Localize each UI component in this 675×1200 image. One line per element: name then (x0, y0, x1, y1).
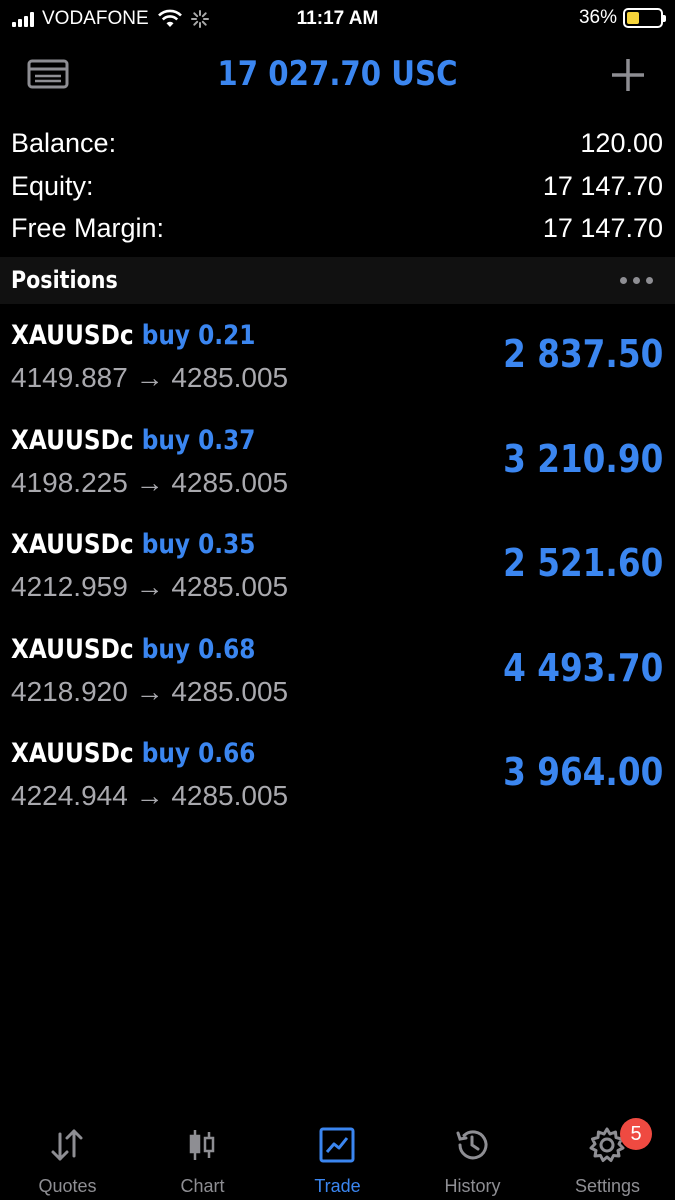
position-symbol: XAUUSDc (11, 424, 134, 456)
chart-icon (189, 1130, 215, 1160)
summary-row-balance: Balance: 120.00 (0, 122, 675, 165)
history-icon (456, 1130, 488, 1160)
position-profit: 2 521.60 (502, 541, 663, 585)
summary-value: 120.00 (580, 128, 663, 158)
tab-label: Chart (180, 1176, 225, 1196)
summary-row-free-margin: Free Margin: 17 147.70 (0, 207, 675, 250)
position-head: XAUUSDc buy 0.21 (11, 320, 255, 351)
tab-history[interactable]: History (405, 1116, 540, 1200)
battery-icon (623, 8, 666, 28)
position-side: buy 0.21 (141, 320, 256, 351)
battery-percent: 36% (578, 7, 617, 28)
summary-label: Free Margin: (11, 213, 165, 243)
positions-list: XAUUSDc buy 0.21 4149.887 → 4285.005 2 8… (0, 312, 675, 835)
position-symbol: XAUUSDc (11, 738, 134, 769)
positions-header: Positions (0, 257, 675, 304)
position-side: buy 0.35 (141, 529, 256, 560)
position-row[interactable]: XAUUSDc buy 0.21 4149.887 → 4285.005 2 8… (0, 312, 675, 417)
summary-label: Equity: (11, 170, 94, 201)
position-symbol: XAUUSDc (11, 633, 134, 665)
position-row[interactable]: XAUUSDc buy 0.37 4198.225 → 4285.005 3 2… (0, 417, 675, 522)
tab-label: History (444, 1176, 501, 1196)
position-prices: 4218.920 → 4285.005 (11, 675, 289, 707)
plus-icon[interactable] (611, 58, 645, 92)
status-right: 36% (578, 7, 666, 29)
account-summary: Balance: 120.00 Equity: 17 147.70 Free M… (0, 122, 675, 250)
position-head: XAUUSDc buy 0.35 (11, 529, 255, 560)
position-side: buy 0.37 (141, 424, 256, 456)
position-head: XAUUSDc buy 0.68 (11, 634, 255, 665)
position-profit: 3 964.00 (502, 750, 663, 794)
summary-value: 17 147.70 (542, 170, 663, 201)
position-profit: 3 210.90 (502, 436, 663, 481)
summary-row-equity: Equity: 17 147.70 (0, 165, 675, 208)
position-symbol: XAUUSDc (11, 320, 134, 351)
status-time: 11:17 AM (296, 8, 379, 29)
more-icon[interactable] (620, 277, 653, 284)
tab-quotes[interactable]: Quotes (0, 1116, 135, 1200)
position-prices: 4149.887 → 4285.005 (11, 362, 289, 393)
settings-badge: 5 (620, 1118, 652, 1150)
tab-settings[interactable]: Settings (540, 1116, 675, 1200)
summary-label: Balance: (11, 128, 117, 158)
tab-label: Settings (574, 1176, 641, 1196)
positions-title: Positions (11, 266, 118, 294)
position-profit: 2 837.50 (502, 332, 663, 376)
position-profit: 4 493.70 (502, 645, 663, 690)
battery-level (627, 12, 639, 24)
account-total: 17 027.70 USC (217, 54, 458, 94)
position-prices: 4212.959 → 4285.005 (11, 571, 289, 602)
tab-trade[interactable]: Trade (270, 1116, 405, 1200)
position-row[interactable]: XAUUSDc buy 0.68 4218.920 → 4285.005 4 4… (0, 626, 675, 731)
quotes-icon (51, 1129, 83, 1161)
tab-label: Quotes (38, 1176, 97, 1196)
tab-bar: Quotes Chart Trade History Settings (0, 1116, 675, 1200)
tab-label: Trade (314, 1176, 361, 1196)
summary-value: 17 147.70 (542, 213, 663, 243)
position-prices: 4198.225 → 4285.005 (11, 466, 289, 498)
position-head: XAUUSDc buy 0.66 (11, 738, 255, 769)
position-row[interactable]: XAUUSDc buy 0.35 4212.959 → 4285.005 2 5… (0, 521, 675, 626)
position-head: XAUUSDc buy 0.37 (11, 425, 255, 456)
position-symbol: XAUUSDc (11, 529, 134, 560)
position-row[interactable]: XAUUSDc buy 0.66 4224.944 → 4285.005 3 9… (0, 730, 675, 835)
trade-icon (319, 1127, 355, 1163)
tab-chart[interactable]: Chart (135, 1116, 270, 1200)
top-bar: 17 027.70 USC (0, 44, 675, 106)
status-bar: VODAFONE 11:17 AM 36% (0, 0, 675, 38)
position-side: buy 0.68 (141, 633, 256, 665)
position-side: buy 0.66 (141, 738, 256, 769)
position-prices: 4224.944 → 4285.005 (11, 780, 289, 811)
